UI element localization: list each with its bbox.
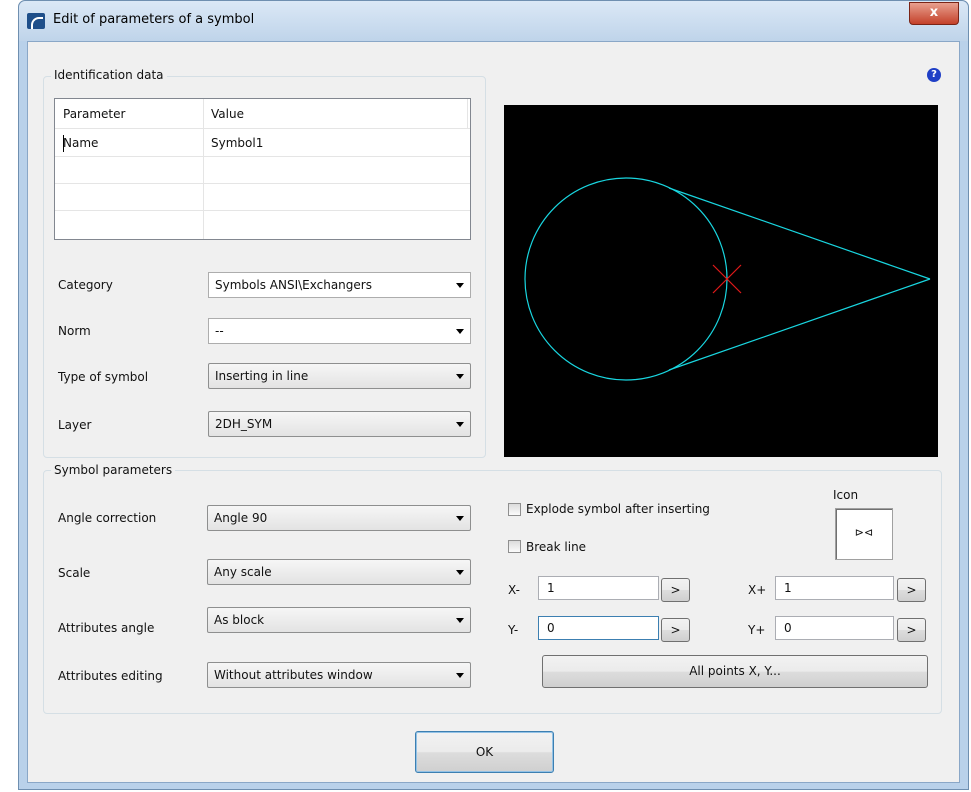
x-minus-label: X-: [508, 583, 520, 597]
chevron-down-icon: [456, 283, 464, 288]
category-combo[interactable]: Symbols ANSI\Exchangers: [208, 272, 471, 298]
y-plus-pick-button[interactable]: >: [897, 618, 926, 642]
x-plus-input[interactable]: 1: [775, 576, 894, 600]
table-cell[interactable]: Name: [55, 130, 98, 156]
window-title: Edit of parameters of a symbol: [53, 12, 255, 27]
x-plus-label: X+: [748, 583, 767, 597]
layer-combo[interactable]: 2DH_SYM: [208, 411, 471, 437]
title-bar[interactable]: Edit of parameters of a symbol x: [19, 1, 968, 41]
help-icon[interactable]: ?: [927, 68, 941, 82]
y-minus-input[interactable]: 0: [538, 616, 659, 640]
app-icon: [27, 13, 45, 29]
header-value[interactable]: Value: [203, 99, 470, 129]
preview-tangent-line: [668, 278, 931, 371]
scale-value: Any scale: [214, 565, 272, 579]
close-button[interactable]: x: [909, 2, 959, 25]
chevron-down-icon: [456, 673, 464, 678]
chevron-down-icon: [456, 329, 464, 334]
attributes-editing-label: Attributes editing: [58, 669, 163, 683]
scale-label: Scale: [58, 566, 91, 580]
angle-correction-value: Angle 90: [214, 511, 268, 525]
ok-button[interactable]: OK: [415, 731, 554, 773]
chevron-down-icon: [456, 618, 464, 623]
norm-combo[interactable]: --: [208, 318, 471, 344]
break-line-label[interactable]: Break line: [526, 540, 586, 554]
norm-value: --: [215, 324, 224, 338]
row-divider: [55, 156, 470, 157]
header-parameter[interactable]: Parameter: [55, 99, 203, 129]
symbol-preview: [504, 105, 938, 457]
row-divider: [55, 183, 470, 184]
break-line-checkbox[interactable]: [508, 540, 521, 553]
attributes-editing-combo[interactable]: Without attributes window: [207, 662, 471, 688]
table-cell[interactable]: Symbol1: [203, 130, 263, 156]
attributes-editing-value: Without attributes window: [214, 668, 373, 682]
all-points-button[interactable]: All points X, Y...: [542, 655, 928, 688]
column-separator: [203, 99, 204, 239]
explode-symbol-label[interactable]: Explode symbol after inserting: [526, 502, 710, 516]
icon-label: Icon: [833, 488, 859, 502]
explode-symbol-checkbox[interactable]: [508, 503, 521, 516]
attributes-angle-value: As block: [214, 613, 265, 627]
row-divider: [55, 210, 470, 211]
norm-label: Norm: [58, 324, 91, 338]
attributes-angle-label: Attributes angle: [58, 621, 155, 635]
column-separator: [467, 99, 468, 129]
angle-correction-combo[interactable]: Angle 90: [207, 505, 471, 531]
type-of-symbol-value: Inserting in line: [215, 369, 309, 383]
angle-correction-label: Angle correction: [58, 511, 157, 525]
y-minus-label: Y-: [508, 623, 519, 637]
x-minus-input[interactable]: 1: [538, 576, 659, 600]
table-row[interactable]: Name Symbol1: [55, 130, 470, 156]
chevron-down-icon: [456, 570, 464, 575]
scale-combo[interactable]: Any scale: [207, 559, 471, 585]
x-plus-pick-button[interactable]: >: [897, 578, 926, 602]
y-minus-pick-button[interactable]: >: [661, 618, 690, 642]
layer-label: Layer: [58, 418, 92, 432]
attributes-angle-combo[interactable]: As block: [207, 607, 471, 633]
chevron-down-icon: [456, 374, 464, 379]
parameter-table[interactable]: Parameter Value Name Symbol1: [54, 98, 471, 240]
symbol-preview-drawing: [524, 177, 931, 381]
symbol-icon-button[interactable]: ⊳⊲: [835, 508, 893, 560]
symbol-parameters-legend: Symbol parameters: [51, 463, 176, 477]
preview-tangent-line: [668, 187, 931, 280]
x-minus-pick-button[interactable]: >: [661, 578, 690, 602]
chevron-down-icon: [456, 422, 464, 427]
valve-icon: ⊳⊲: [854, 526, 874, 539]
category-label: Category: [58, 278, 113, 292]
type-of-symbol-label: Type of symbol: [58, 370, 149, 384]
type-of-symbol-combo[interactable]: Inserting in line: [208, 363, 471, 389]
category-value: Symbols ANSI\Exchangers: [215, 278, 372, 292]
y-plus-input[interactable]: 0: [775, 616, 894, 640]
identification-legend: Identification data: [51, 68, 167, 82]
y-plus-label: Y+: [748, 623, 766, 637]
layer-value: 2DH_SYM: [215, 417, 273, 431]
chevron-down-icon: [456, 516, 464, 521]
preview-circle-shape: [524, 177, 728, 381]
